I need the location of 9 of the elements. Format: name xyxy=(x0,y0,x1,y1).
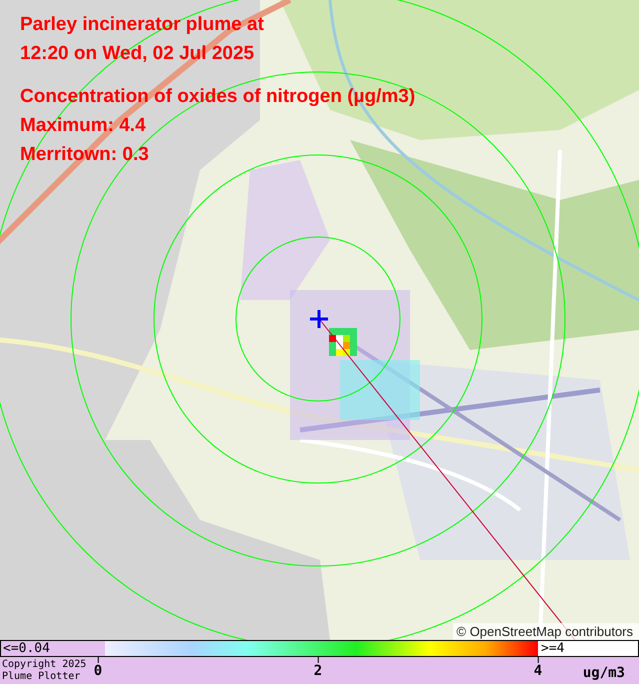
copyright-text: Plume Plotter xyxy=(2,671,82,683)
legend-low-label: <=0.04 xyxy=(1,641,105,656)
map-attribution: © OpenStreetMap contributors xyxy=(452,623,639,640)
units-label: ug/m3 xyxy=(582,665,625,681)
scale-tick-label: 2 xyxy=(314,663,322,679)
cross-icon xyxy=(308,308,330,330)
scale-tick-label: 4 xyxy=(534,663,542,679)
copyright-text: Copyright 2025 xyxy=(2,659,88,671)
scale-tick-label: 0 xyxy=(94,663,102,679)
